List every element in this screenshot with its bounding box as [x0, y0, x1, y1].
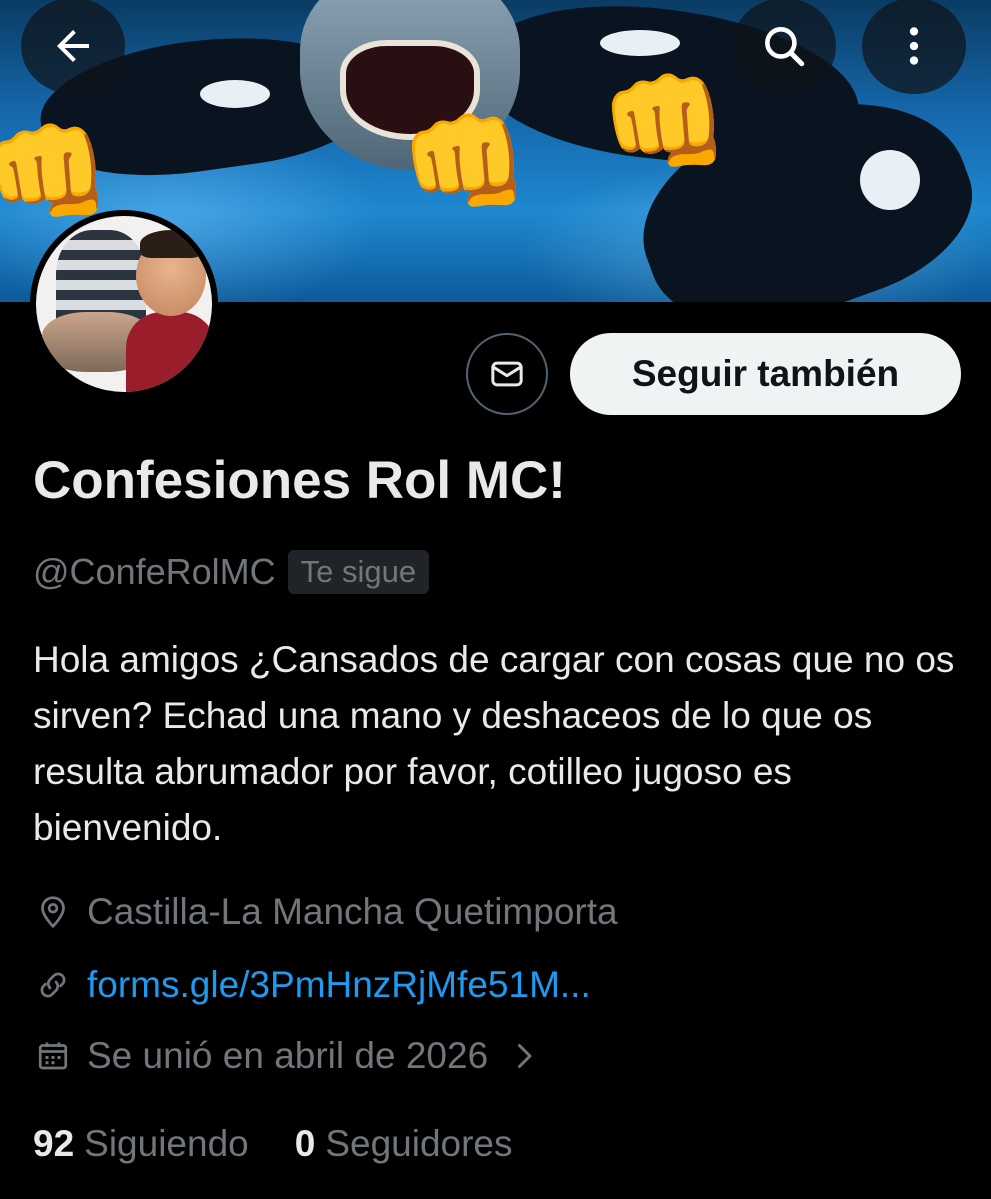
- location-row: Castilla-La Mancha Quetimporta: [33, 884, 618, 940]
- display-name: Confesiones Rol MC!: [33, 451, 566, 510]
- following-count: 92: [33, 1123, 75, 1164]
- followers-label: Seguidores: [325, 1123, 513, 1164]
- location-pin-icon: [33, 892, 73, 932]
- follows-you-badge: Te sigue: [287, 550, 430, 594]
- location-text: Castilla-La Mancha Quetimporta: [87, 891, 618, 932]
- link-icon: [33, 965, 73, 1005]
- joined-row[interactable]: Se unió en abril de 2026: [33, 1028, 538, 1084]
- follow-stats: 92 Siguiendo 0 Seguidores: [33, 1116, 513, 1172]
- website-link[interactable]: forms.gle/3PmHnzRjMfe51M...: [87, 964, 591, 1006]
- calendar-icon: [33, 1036, 73, 1076]
- follow-back-button[interactable]: Seguir también: [570, 333, 961, 415]
- back-button[interactable]: [21, 0, 125, 94]
- following-label: Siguiendo: [84, 1123, 249, 1164]
- search-button[interactable]: [732, 0, 836, 94]
- avatar-hair: [140, 230, 202, 258]
- fist-emoji-icon: 👊: [600, 61, 730, 183]
- search-icon: [765, 27, 805, 67]
- more-options-button[interactable]: [862, 0, 966, 94]
- joined-text: Se unió en abril de 2026: [87, 1035, 489, 1076]
- more-vertical-icon: [909, 27, 919, 65]
- followers-count: 0: [294, 1123, 316, 1164]
- avatar-image: [36, 216, 212, 392]
- handle-row: @ConfeRolMC Te sigue: [33, 546, 430, 598]
- fist-emoji-icon: 👊: [400, 101, 530, 223]
- followers-link[interactable]: 0 Seguidores: [295, 1123, 513, 1165]
- banner-orca-patch: [600, 30, 680, 56]
- following-link[interactable]: 92 Siguiendo: [33, 1123, 249, 1165]
- banner-orca-patch: [200, 80, 270, 108]
- envelope-icon: [491, 361, 523, 387]
- message-button[interactable]: [466, 333, 548, 415]
- avatar-figure: [126, 312, 212, 392]
- arrow-left-icon: [57, 30, 89, 62]
- handle: @ConfeRolMC: [33, 551, 276, 592]
- website-row[interactable]: forms.gle/3PmHnzRjMfe51M...: [33, 957, 591, 1013]
- profile-bio: Hola amigos ¿Cansados de cargar con cosa…: [33, 639, 955, 848]
- fist-emoji-icon: 👊: [0, 111, 112, 233]
- chevron-right-icon: [510, 1038, 538, 1074]
- banner-orca-patch: [860, 150, 920, 210]
- profile-avatar[interactable]: [30, 210, 218, 398]
